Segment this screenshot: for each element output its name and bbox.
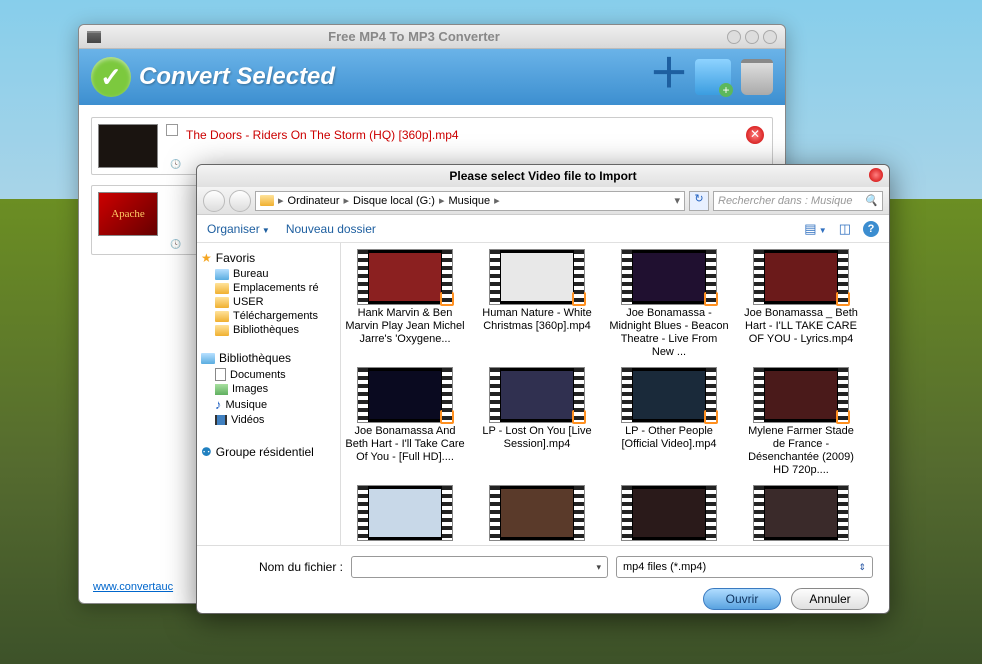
file-cell[interactable]: Human Nature - White Christmas [360p].mp…	[477, 249, 597, 359]
main-title: Free MP4 To MP3 Converter	[101, 29, 727, 44]
folder-icon	[215, 311, 229, 322]
dialog-footer: Nom du fichier : ▾ mp4 files (*.mp4)⇕ Ou…	[197, 545, 889, 620]
file-cell[interactable]: Hank Marvin & Ben Marvin Play Jean Miche…	[345, 249, 465, 359]
sidebar-item-documents[interactable]: Documents	[201, 367, 336, 382]
file-checkbox[interactable]	[166, 124, 178, 136]
file-cell[interactable]: Joe Bonamassa And Beth Hart - I'll Take …	[345, 367, 465, 477]
sidebar-favorites-header[interactable]: ★Favoris	[201, 249, 336, 267]
trash-button[interactable]	[741, 59, 773, 95]
folder-icon	[215, 297, 229, 308]
sidebar-item-images[interactable]: Images	[201, 382, 336, 396]
dialog-nav: ▸ Ordinateur ▸ Disque local (G:) ▸ Musiq…	[197, 187, 889, 215]
sidebar-item-recent[interactable]: Emplacements ré	[201, 281, 336, 295]
play-icon	[440, 410, 454, 424]
help-button[interactable]: ?	[863, 221, 879, 237]
website-link[interactable]: www.convertauc	[93, 581, 173, 593]
search-input[interactable]: Rechercher dans : Musique 🔍	[713, 191, 883, 211]
file-name: The Doors - Riders On The Storm (HQ) [36…	[186, 124, 459, 142]
star-icon: ★	[201, 251, 212, 265]
filename-input[interactable]: ▾	[351, 556, 608, 578]
document-icon	[215, 368, 226, 381]
play-icon	[704, 410, 718, 424]
desktop-icon	[215, 269, 229, 280]
video-icon	[215, 415, 227, 425]
sidebar-item-music[interactable]: ♪Musique	[201, 396, 336, 413]
folder-icon	[260, 195, 274, 206]
add-file-button[interactable]: ＋	[649, 59, 685, 95]
convert-selected-label: Convert Selected	[139, 63, 641, 91]
nav-back-button[interactable]	[203, 190, 225, 212]
filename-label: Nom du fichier :	[213, 560, 343, 574]
breadcrumb-segment[interactable]: Ordinateur	[288, 195, 340, 207]
refresh-button[interactable]: ↻	[689, 191, 709, 211]
file-cell[interactable]	[477, 485, 597, 543]
open-button[interactable]: Ouvrir	[703, 588, 781, 610]
play-icon	[836, 292, 850, 306]
breadcrumb-segment[interactable]: Musique	[449, 195, 491, 207]
play-icon	[440, 292, 454, 306]
clock-icon: 🕓	[170, 159, 181, 170]
folder-icon	[215, 283, 229, 294]
filetype-select[interactable]: mp4 files (*.mp4)⇕	[616, 556, 873, 578]
dialog-close-button[interactable]	[869, 168, 883, 182]
check-icon	[91, 57, 131, 97]
file-cell[interactable]: Joe Bonamassa - Midnight Blues - Beacon …	[609, 249, 729, 359]
file-cell[interactable]: Mylene Farmer Stade de France - Désencha…	[741, 367, 861, 477]
file-cell[interactable]	[741, 485, 861, 543]
new-folder-button[interactable]: Nouveau dossier	[286, 222, 376, 236]
app-icon	[87, 31, 101, 43]
breadcrumb-segment[interactable]: Disque local (G:)	[353, 195, 435, 207]
sidebar-item-libraries-fav[interactable]: Bibliothèques	[201, 323, 336, 337]
folder-icon	[215, 325, 229, 336]
sidebar-item-downloads[interactable]: Téléchargements	[201, 309, 336, 323]
clock-icon: 🕓	[170, 239, 181, 250]
library-icon	[201, 353, 215, 364]
play-icon	[704, 292, 718, 306]
sidebar-homegroup[interactable]: ⚉Groupe résidentiel	[201, 443, 336, 461]
close-button[interactable]	[763, 30, 777, 44]
view-mode-button[interactable]: ▤	[804, 221, 826, 237]
sidebar: ★Favoris Bureau Emplacements ré USER Tél…	[197, 243, 341, 545]
add-folder-button[interactable]	[695, 59, 731, 95]
main-header: Convert Selected ＋	[79, 49, 785, 105]
sidebar-item-videos[interactable]: Vidéos	[201, 413, 336, 427]
homegroup-icon: ⚉	[201, 445, 212, 459]
sidebar-item-user[interactable]: USER	[201, 295, 336, 309]
organize-menu[interactable]: Organiser	[207, 222, 270, 236]
file-thumbnail	[98, 124, 158, 168]
breadcrumb[interactable]: ▸ Ordinateur ▸ Disque local (G:) ▸ Musiq…	[255, 191, 685, 211]
file-cell[interactable]	[609, 485, 729, 543]
dialog-toolbar: Organiser Nouveau dossier ▤ ◫ ?	[197, 215, 889, 243]
cancel-button[interactable]: Annuler	[791, 588, 869, 610]
nav-forward-button[interactable]	[229, 190, 251, 212]
main-titlebar[interactable]: Free MP4 To MP3 Converter	[79, 25, 785, 49]
play-icon	[572, 410, 586, 424]
file-cell[interactable]: LP - Other People [Official Video].mp4	[609, 367, 729, 477]
sidebar-libraries-header[interactable]: Bibliothèques	[201, 349, 336, 367]
dialog-title: Please select Video file to Import	[197, 165, 889, 187]
file-cell[interactable]: LP - Lost On You [Live Session].mp4	[477, 367, 597, 477]
play-icon	[836, 410, 850, 424]
preview-pane-button[interactable]: ◫	[839, 221, 851, 237]
sidebar-item-bureau[interactable]: Bureau	[201, 267, 336, 281]
file-grid: Hank Marvin & Ben Marvin Play Jean Miche…	[341, 243, 889, 545]
file-dialog: Please select Video file to Import ▸ Ord…	[196, 164, 890, 614]
file-cell[interactable]: Joe Bonamassa _ Beth Hart - I'LL TAKE CA…	[741, 249, 861, 359]
maximize-button[interactable]	[745, 30, 759, 44]
music-icon: ♪	[215, 397, 222, 412]
play-icon	[572, 292, 586, 306]
search-icon: 🔍	[864, 194, 878, 207]
remove-file-button[interactable]: ✕	[746, 126, 764, 144]
minimize-button[interactable]	[727, 30, 741, 44]
file-cell[interactable]	[345, 485, 465, 543]
file-thumbnail: Apache	[98, 192, 158, 236]
picture-icon	[215, 384, 228, 395]
